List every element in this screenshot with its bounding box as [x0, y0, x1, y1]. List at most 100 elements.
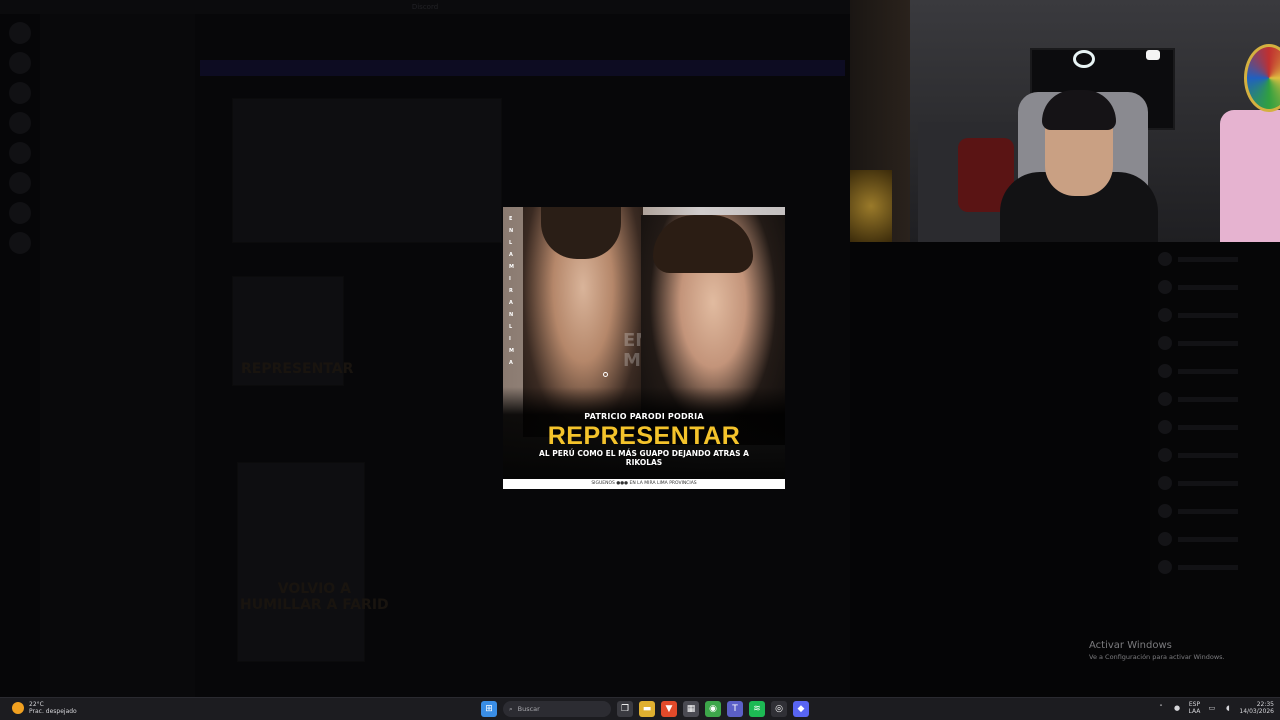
channel-item[interactable]	[48, 328, 187, 344]
side-letter: R	[509, 288, 513, 294]
server-icon[interactable]	[9, 202, 31, 224]
side-letter: E	[509, 216, 513, 222]
channel-item[interactable]	[48, 152, 187, 168]
server-icon[interactable]	[9, 82, 31, 104]
channel-item[interactable]	[48, 248, 187, 264]
server-icon[interactable]	[9, 232, 31, 254]
webcam-pink-chair	[1220, 110, 1280, 242]
chat-image-caption: VOLVIO A HUMILLAR A FARID	[240, 581, 389, 613]
chevron-up-icon[interactable]: ˄	[1157, 704, 1166, 713]
clock[interactable]: 22:35 14/03/2026	[1239, 701, 1274, 715]
side-letter: A	[509, 360, 513, 366]
member-item[interactable]	[1158, 444, 1272, 466]
member-item[interactable]	[1158, 388, 1272, 410]
channel-item[interactable]	[48, 504, 187, 520]
headline-top: PATRICIO PARODI PODRIA	[584, 412, 704, 421]
channel-item[interactable]	[48, 408, 187, 424]
chat-image[interactable]	[232, 98, 502, 243]
channel-item[interactable]	[48, 392, 187, 408]
channel-item[interactable]	[48, 312, 187, 328]
member-item[interactable]	[1158, 360, 1272, 382]
search-placeholder: Buscar	[517, 705, 540, 713]
taskbar: 22°C Prac. despejado ⊞ ⌕ Buscar ❐ ▬ ▼ ▦ …	[0, 697, 1280, 720]
file-explorer-icon[interactable]: ▬	[639, 701, 655, 717]
channel-item[interactable]	[48, 536, 187, 552]
mouse-cursor-icon	[603, 372, 608, 377]
channel-item[interactable]	[48, 104, 187, 120]
language-code: ESP	[1188, 701, 1201, 708]
server-icon[interactable]	[9, 112, 31, 134]
task-view-icon[interactable]: ❐	[617, 701, 633, 717]
member-item[interactable]	[1158, 528, 1272, 550]
channel-item[interactable]	[48, 456, 187, 472]
activate-windows-watermark: Activar Windows Ve a Configuración para …	[1089, 640, 1225, 661]
viewer-footer: SIGUENOS ●●● EN LA MIRA LIMA PROVINCIAS	[503, 479, 785, 489]
channel-item[interactable]	[48, 360, 187, 376]
channel-item[interactable]	[48, 280, 187, 296]
channel-item[interactable]	[48, 520, 187, 536]
side-letter: A	[509, 300, 513, 306]
headline-sub: AL PERÚ COMO EL MÁS GUAPO DEJANDO ATRAS …	[539, 449, 749, 467]
search-icon: ⌕	[509, 704, 513, 713]
network-icon[interactable]: ▭	[1207, 704, 1216, 713]
channel-item[interactable]	[48, 264, 187, 280]
volume-icon[interactable]: ◖	[1223, 704, 1232, 713]
channel-item[interactable]	[48, 200, 187, 216]
member-item[interactable]	[1158, 332, 1272, 354]
server-icon[interactable]	[9, 22, 31, 44]
side-letter: A	[509, 252, 513, 258]
channel-item[interactable]	[48, 184, 187, 200]
chat-image[interactable]: REPRESENTAR	[232, 276, 353, 386]
discord-icon[interactable]: ◆	[793, 701, 809, 717]
server-icon[interactable]	[9, 172, 31, 194]
webcam-ring-light	[1073, 50, 1095, 68]
channel-item[interactable]	[48, 232, 187, 248]
chat-image[interactable]: VOLVIO A HUMILLAR A FARID	[237, 462, 389, 662]
member-item[interactable]	[1158, 472, 1272, 494]
server-rail	[0, 14, 40, 697]
watermark-title: Activar Windows	[1089, 640, 1172, 651]
desktop: Discord REPRESENTAR VOLVIO A HUMILLAR A …	[0, 0, 1280, 720]
headline-main: REPRESENTAR	[547, 422, 741, 450]
chat-image-caption: REPRESENTAR	[241, 361, 354, 377]
channel-item[interactable]	[48, 296, 187, 312]
teams-icon[interactable]: T	[727, 701, 743, 717]
chrome-icon[interactable]: ◉	[705, 701, 721, 717]
channel-item[interactable]	[48, 168, 187, 184]
channel-item[interactable]	[48, 344, 187, 360]
side-letter: I	[509, 276, 511, 282]
announcement-banner	[200, 60, 845, 76]
channel-item[interactable]	[48, 440, 187, 456]
member-item[interactable]	[1158, 556, 1272, 578]
channel-item[interactable]	[48, 136, 187, 152]
member-item[interactable]	[1158, 276, 1272, 298]
side-letter: L	[509, 240, 513, 246]
image-viewer[interactable]: ENLA MIRA ENLAMIRANLIMA PATRICIO PARODI …	[503, 207, 785, 489]
channel-item[interactable]	[48, 472, 187, 488]
side-letter: M	[509, 348, 514, 354]
channel-item[interactable]	[48, 488, 187, 504]
obs-icon[interactable]: ◎	[771, 701, 787, 717]
spotify-icon[interactable]: ≋	[749, 701, 765, 717]
channel-item[interactable]	[48, 376, 187, 392]
brave-icon[interactable]: ▼	[661, 701, 677, 717]
member-item[interactable]	[1158, 304, 1272, 326]
member-item[interactable]	[1158, 248, 1272, 270]
taskbar-search[interactable]: ⌕ Buscar	[503, 701, 611, 717]
start-icon[interactable]: ⊞	[481, 701, 497, 717]
language-indicator[interactable]: ESP LAA	[1189, 701, 1201, 715]
watermark-subtitle: Ve a Configuración para activar Windows.	[1089, 653, 1225, 661]
server-icon[interactable]	[9, 52, 31, 74]
channel-item[interactable]	[48, 424, 187, 440]
keyboard-layout: LAA	[1188, 708, 1201, 715]
weather-widget[interactable]: 22°C Prac. despejado	[12, 701, 77, 715]
taskbar-apps: ⊞ ⌕ Buscar ❐ ▬ ▼ ▦ ◉ T ≋ ◎ ◆	[481, 701, 809, 717]
side-letter: N	[509, 312, 514, 318]
server-icon[interactable]	[9, 142, 31, 164]
channel-item[interactable]	[48, 216, 187, 232]
member-item[interactable]	[1158, 500, 1272, 522]
calculator-icon[interactable]: ▦	[683, 701, 699, 717]
member-item[interactable]	[1158, 416, 1272, 438]
channel-item[interactable]	[48, 120, 187, 136]
microphone-icon[interactable]: ●	[1173, 704, 1182, 713]
